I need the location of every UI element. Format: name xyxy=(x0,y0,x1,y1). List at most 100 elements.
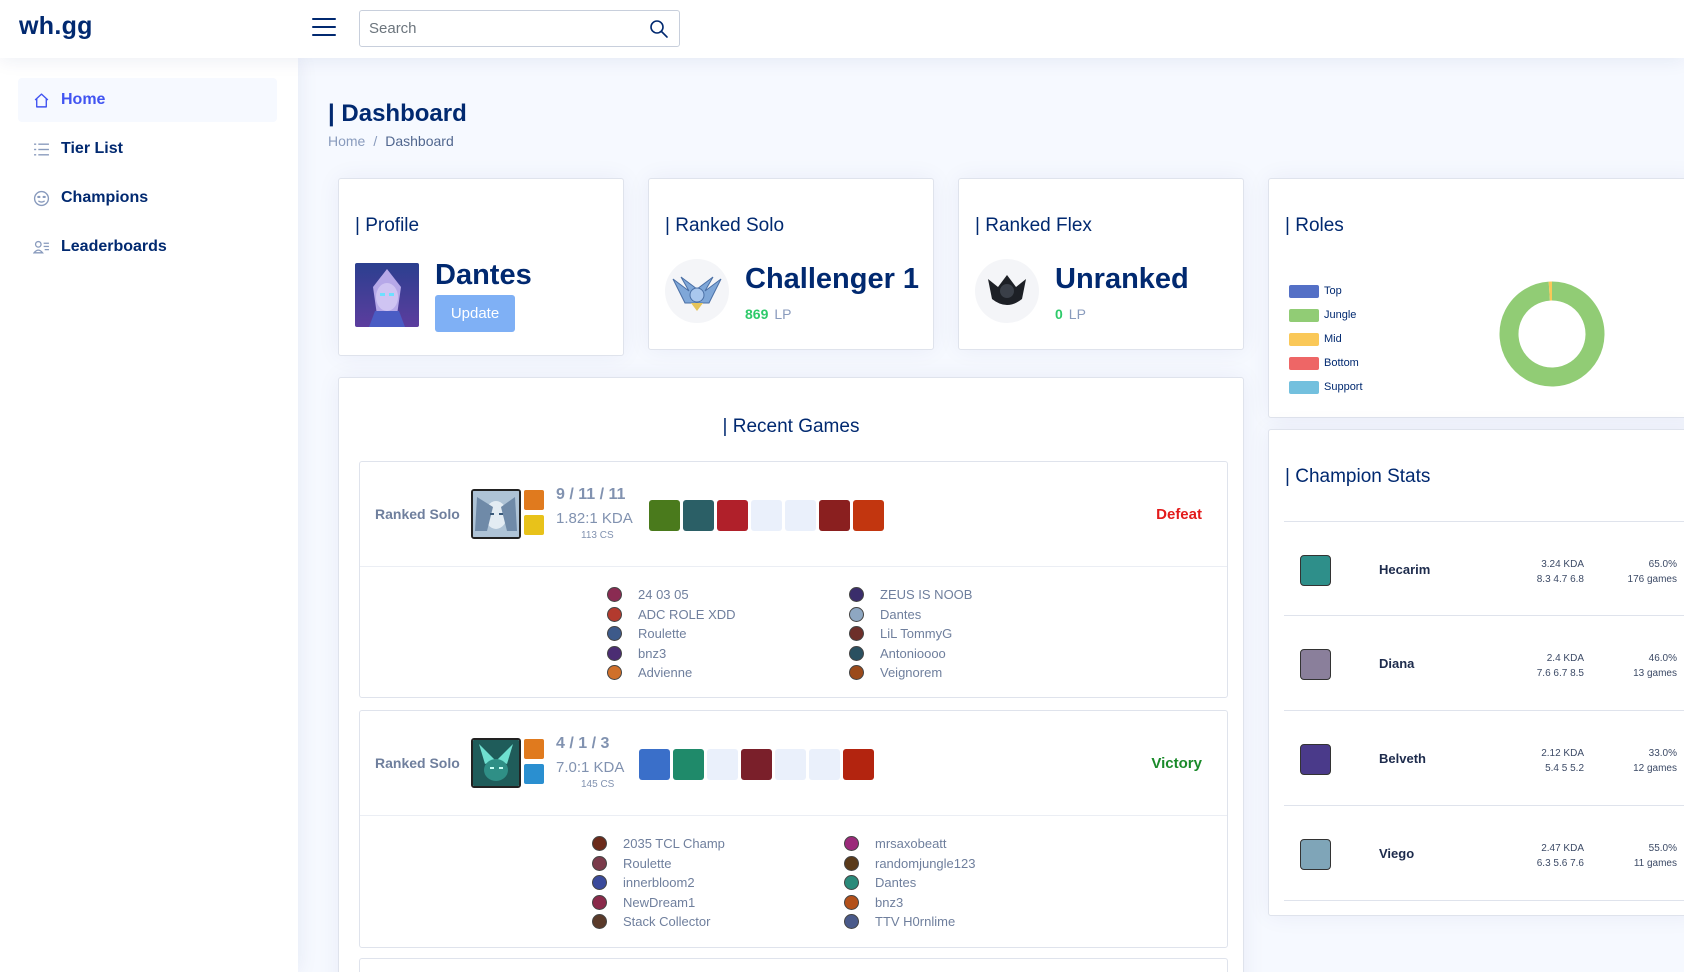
legend-swatch xyxy=(1289,332,1319,346)
search-input[interactable] xyxy=(360,11,630,46)
item-icon xyxy=(649,500,680,531)
player-name: Dantes xyxy=(875,875,917,891)
lp-unit: LP xyxy=(1068,306,1086,322)
empty-item-slot xyxy=(751,500,782,531)
unranked-emblem-icon xyxy=(975,259,1039,323)
legend-item-mid[interactable]: Mid xyxy=(1289,327,1363,351)
player-row[interactable]: Veignorem xyxy=(849,663,972,683)
lp-unit: LP xyxy=(774,306,792,322)
challenger-emblem-icon xyxy=(665,259,729,323)
update-button[interactable]: Update xyxy=(435,295,515,332)
sidebar-item-champions[interactable]: Champions xyxy=(18,176,277,220)
games-count: 11 games xyxy=(1633,858,1677,869)
winrate-value: 33.0% xyxy=(1648,748,1677,759)
champion-icon xyxy=(849,665,864,681)
player-name: LiL TommyG xyxy=(880,626,953,642)
player-name: TTV H0rnlime xyxy=(875,914,956,930)
champion-icon xyxy=(849,587,864,603)
breadcrumb-separator: / xyxy=(373,133,378,149)
player-row[interactable]: bnz3 xyxy=(844,893,975,913)
solo-rank-name: Challenger 1 xyxy=(745,263,920,295)
winrate-value: 46.0% xyxy=(1648,653,1677,664)
top-header: wh.gg xyxy=(0,0,1684,58)
profile-card: Profile Dantes Update xyxy=(338,178,624,356)
profile-avatar xyxy=(355,263,419,327)
champion-stat-row[interactable]: Hecarim 3.24 KDA 8.3 4.7 6.8 65.0% 176 gam… xyxy=(1284,521,1684,616)
champion-icon xyxy=(844,875,859,891)
champion-kda: 3.24 KDA 8.3 4.7 6.8 xyxy=(1509,557,1584,587)
player-row[interactable]: randomjungle123 xyxy=(844,854,975,874)
player-row[interactable]: Advienne xyxy=(607,663,736,683)
breadcrumb-home[interactable]: Home xyxy=(328,133,365,149)
player-row[interactable]: bnz3 xyxy=(607,644,736,664)
kda-value: 2.4 KDA xyxy=(1546,653,1584,664)
player-row[interactable]: Dantes xyxy=(849,605,972,625)
champion-winrate: 33.0% 12 games xyxy=(1602,746,1677,776)
legend-item-support[interactable]: Support xyxy=(1289,375,1363,399)
player-row[interactable]: mrsaxobeatt xyxy=(844,834,975,854)
kda-value: 2.12 KDA xyxy=(1541,748,1584,759)
champion-stat-row[interactable]: Diana 2.4 KDA 7.6 6.7 8.5 46.0% 13 games xyxy=(1284,616,1684,711)
player-name: randomjungle123 xyxy=(875,855,976,871)
flash-spell-icon xyxy=(524,515,544,535)
legend-item-top[interactable]: Top xyxy=(1289,279,1363,303)
search-box xyxy=(359,10,680,47)
game-entry[interactable]: Ranked Solo 4 / 1 / 3 7.0:1 KDA 145 CS V… xyxy=(359,710,1228,948)
kda-score: 4 / 1 / 3 xyxy=(556,735,610,752)
player-row[interactable]: 24 03 05 xyxy=(607,585,736,605)
player-row[interactable]: LiL TommyG xyxy=(849,624,972,644)
ghost-spell-icon xyxy=(524,764,544,784)
player-row[interactable]: TTV H0rnlime xyxy=(844,912,975,932)
sidebar-item-label: Home xyxy=(61,91,106,108)
player-row[interactable]: Antonioooo xyxy=(849,644,972,664)
team-red: mrsaxobeatt randomjungle123 Dantes bnz3 … xyxy=(844,834,975,932)
trinket-icon xyxy=(843,749,874,780)
game-entry[interactable]: Ranked Solo 9 / 11 / 11 1.82:1 KDA 113 C… xyxy=(359,461,1228,698)
team-blue: 2035 TCL Champ Roulette innerbloom2 NewD… xyxy=(592,834,725,932)
ranked-solo-card: Ranked Solo Challenger 1 869 LP xyxy=(648,178,934,350)
champion-winrate: 55.0% 11 games xyxy=(1602,841,1677,871)
player-name: Veignorem xyxy=(880,665,943,681)
game-entry[interactable] xyxy=(359,958,1228,972)
roles-legend: Top Jungle Mid Bottom Support xyxy=(1289,279,1363,399)
player-row[interactable]: Stack Collector xyxy=(592,912,725,932)
team-blue: 24 03 05 ADC ROLE XDD Roulette bnz3 Advi… xyxy=(607,585,736,683)
player-row[interactable]: Roulette xyxy=(607,624,736,644)
player-row[interactable]: Roulette xyxy=(592,854,725,874)
player-name: Dantes xyxy=(880,606,922,622)
player-row[interactable]: NewDream1 xyxy=(592,893,725,913)
champion-portrait xyxy=(471,738,521,788)
list-icon xyxy=(34,142,49,156)
legend-item-bottom[interactable]: Bottom xyxy=(1289,351,1363,375)
player-row[interactable]: ZEUS IS NOOB xyxy=(849,585,972,605)
champion-icon xyxy=(844,894,859,910)
games-count: 13 games xyxy=(1633,668,1677,679)
player-row[interactable]: Dantes xyxy=(844,873,975,893)
card-title: Ranked Solo xyxy=(665,215,784,237)
creep-score: 145 CS xyxy=(581,779,615,790)
sidebar-item-tier-list[interactable]: Tier List xyxy=(18,127,277,171)
champion-icon xyxy=(592,855,607,871)
player-name: Advienne xyxy=(638,665,693,681)
player-row[interactable]: 2035 TCL Champ xyxy=(592,834,725,854)
item-icon xyxy=(717,500,748,531)
smiley-icon xyxy=(33,190,50,206)
donut-slice-jungle[interactable] xyxy=(1499,281,1605,387)
champion-icon xyxy=(1300,555,1331,586)
sidebar-item-label: Champions xyxy=(61,189,149,206)
site-logo[interactable]: wh.gg xyxy=(19,12,93,41)
hamburger-menu-icon[interactable] xyxy=(312,18,336,38)
sidebar-item-home[interactable]: Home xyxy=(18,78,277,122)
team-red: ZEUS IS NOOB Dantes LiL TommyG Antoniooo… xyxy=(849,585,972,683)
player-name: ADC ROLE XDD xyxy=(638,606,736,622)
champion-stat-row[interactable]: Belveth 2.12 KDA 5.4 5 5.2 33.0% 12 games xyxy=(1284,711,1684,806)
kda-ratio: 7.0:1 KDA xyxy=(556,759,625,776)
champion-icon xyxy=(592,836,607,852)
legend-item-jungle[interactable]: Jungle xyxy=(1289,303,1363,327)
kda-value: 2.47 KDA xyxy=(1541,843,1584,854)
champion-stat-row[interactable]: Viego 2.47 KDA 6.3 5.6 7.6 55.0% 11 games xyxy=(1284,806,1684,901)
sidebar-item-leaderboards[interactable]: Leaderboards xyxy=(18,225,277,269)
player-row[interactable]: innerbloom2 xyxy=(592,873,725,893)
search-icon[interactable] xyxy=(649,19,669,39)
player-row[interactable]: ADC ROLE XDD xyxy=(607,605,736,625)
